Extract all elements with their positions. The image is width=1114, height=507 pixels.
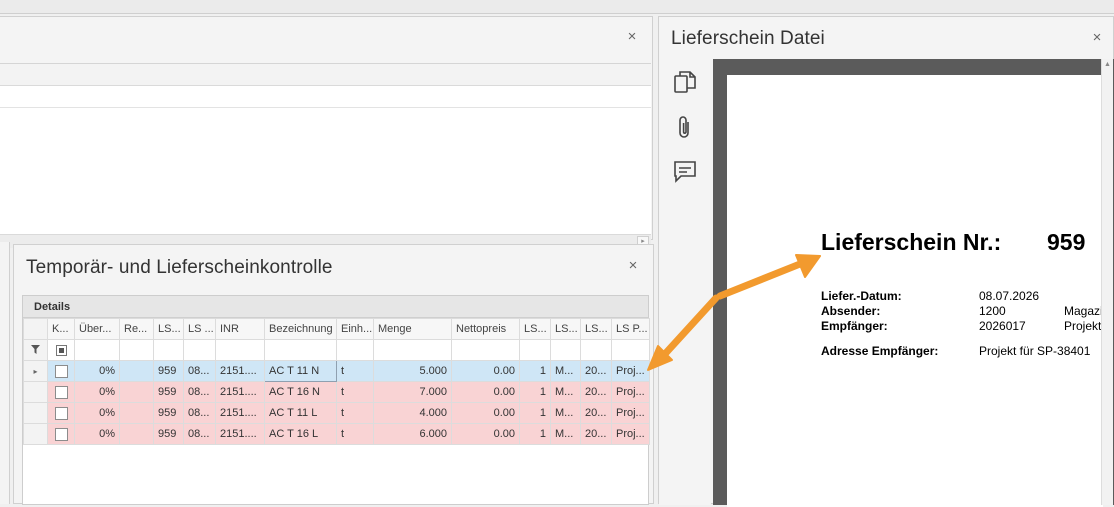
annotation-arrow	[647, 254, 821, 371]
